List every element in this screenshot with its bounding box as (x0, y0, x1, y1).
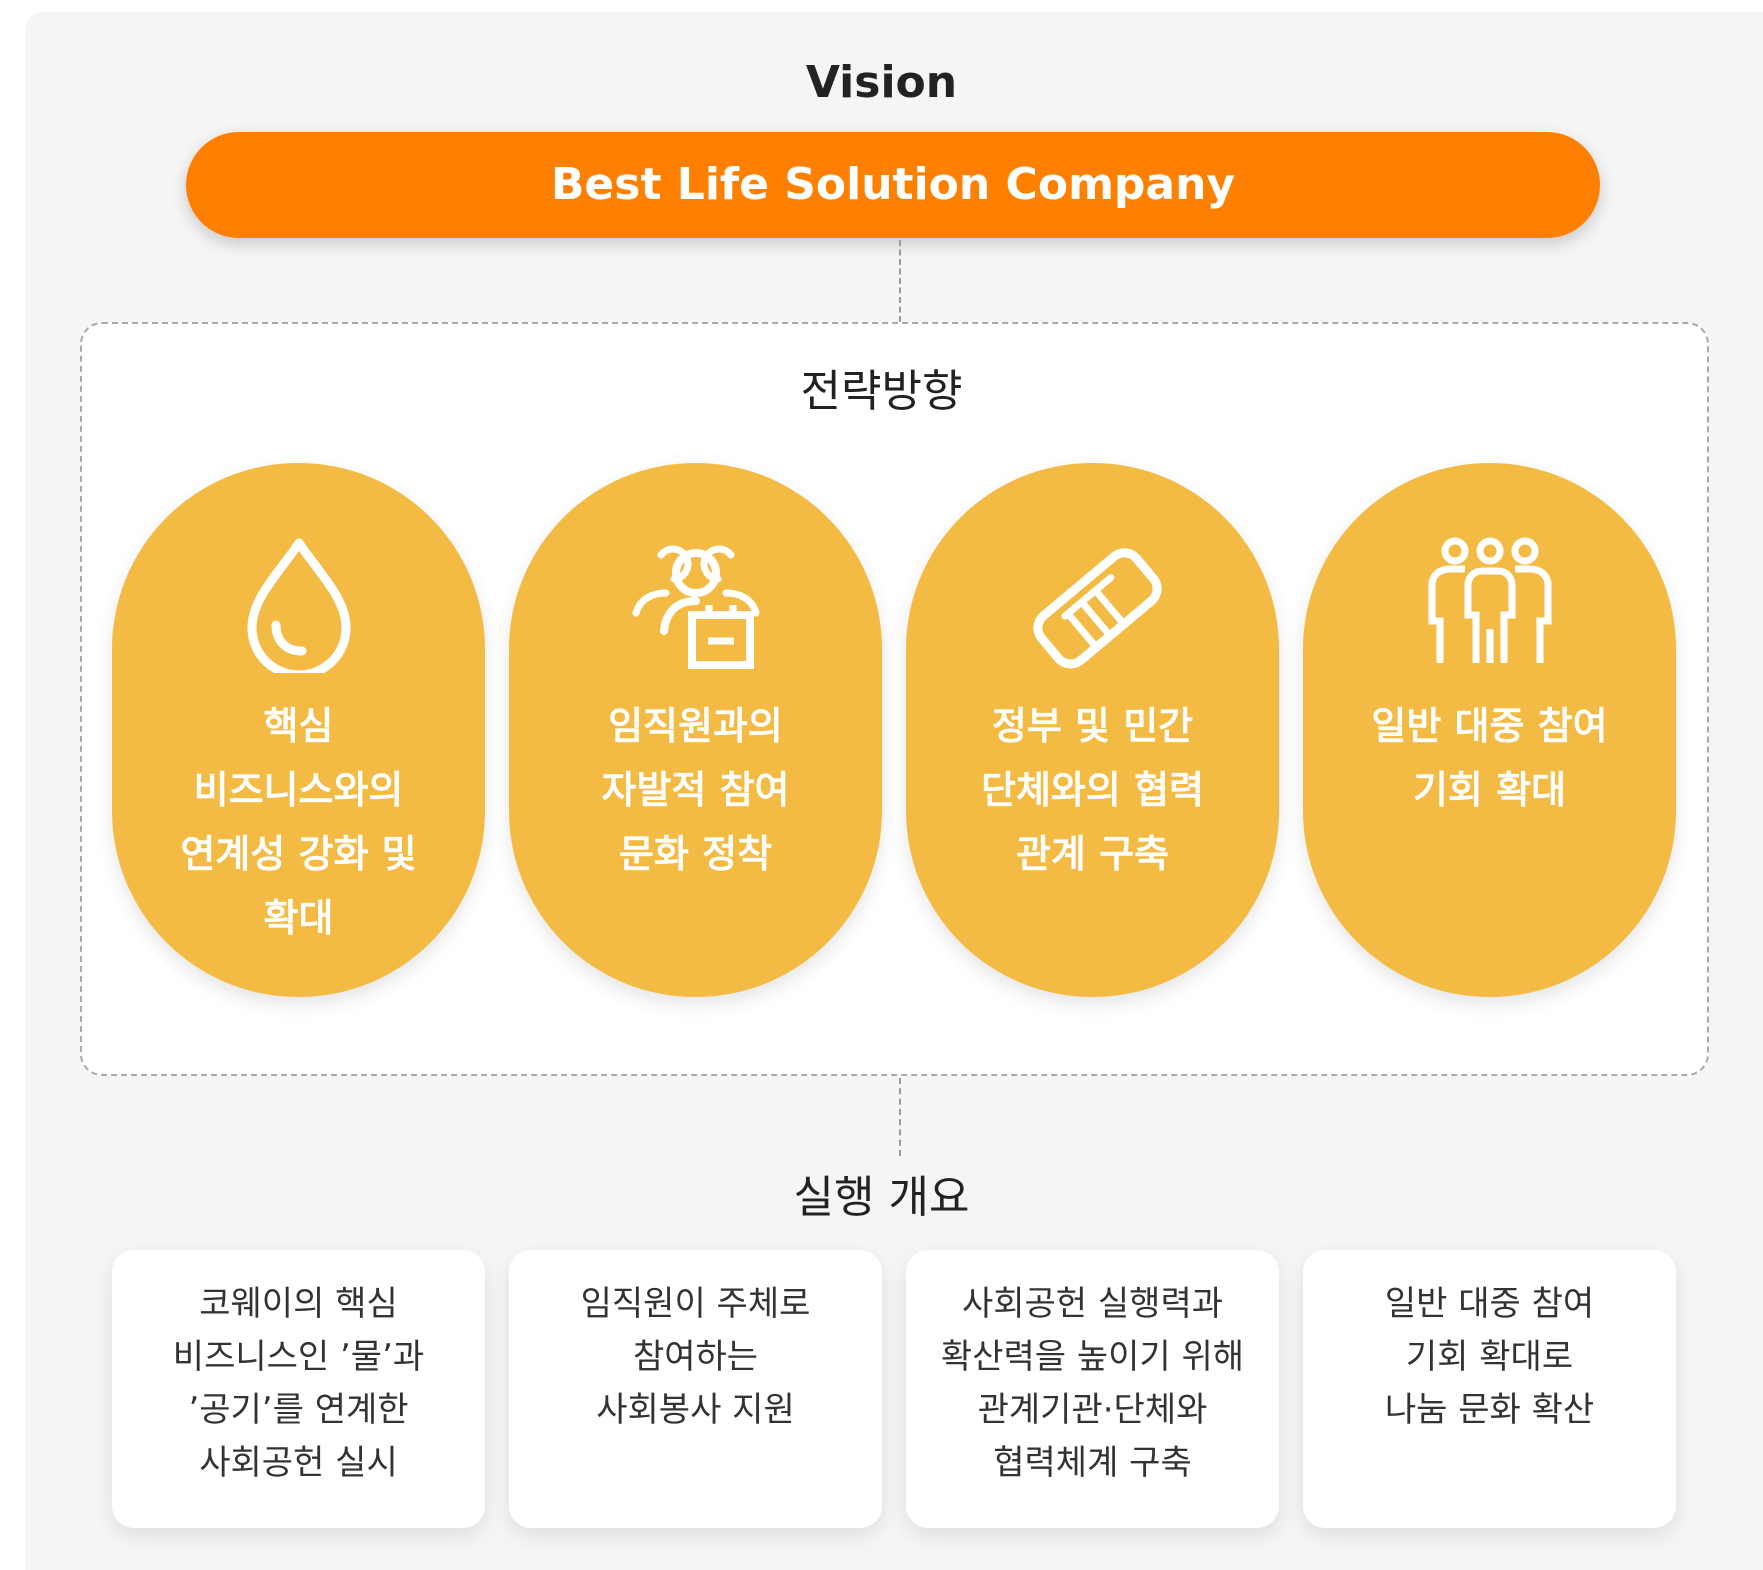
handshake-icon (906, 533, 1279, 673)
strategy-item-1: 핵심 비즈니스와의 연계성 강화 및 확대 (112, 463, 485, 997)
execution-card-text: 코웨이의 핵심 비즈니스인 ’물’과 ’공기’를 연계한 사회공헌 실시 (172, 1284, 425, 1483)
vision-title: Vision (805, 57, 958, 108)
execution-card-text: 일반 대중 참여 기회 확대로 나눔 문화 확산 (1384, 1284, 1595, 1430)
vision-statement: Best Life Solution Company (186, 132, 1600, 238)
connector-vision-strategy (899, 240, 901, 322)
execution-card-1: 코웨이의 핵심 비즈니스인 ’물’과 ’공기’를 연계한 사회공헌 실시 (112, 1250, 485, 1528)
volunteer-group-icon (509, 533, 882, 673)
strategy-item-label: 핵심 비즈니스와의 연계성 강화 및 확대 (180, 704, 417, 940)
strategy-title: 전략방향 (800, 366, 963, 417)
execution-title: 실행 개요 (793, 1172, 970, 1223)
people-group-icon (1303, 533, 1676, 673)
execution-card-3: 사회공헌 실행력과 확산력을 높이기 위해 관계기관·단체와 협력체계 구축 (906, 1250, 1279, 1528)
strategy-item-3: 정부 및 민간 단체와의 협력 관계 구축 (906, 463, 1279, 997)
execution-card-text: 사회공헌 실행력과 확산력을 높이기 위해 관계기관·단체와 협력체계 구축 (940, 1284, 1245, 1483)
strategy-item-4: 일반 대중 참여 기회 확대 (1303, 463, 1676, 997)
execution-card-2: 임직원이 주체로 참여하는 사회봉사 지원 (509, 1250, 882, 1528)
strategy-item-2: 임직원과의 자발적 참여 문화 정착 (509, 463, 882, 997)
strategy-item-label: 임직원과의 자발적 참여 문화 정착 (601, 704, 790, 876)
water-drop-icon (112, 533, 485, 673)
strategy-item-label: 일반 대중 참여 기회 확대 (1371, 704, 1608, 812)
execution-card-text: 임직원이 주체로 참여하는 사회봉사 지원 (580, 1284, 811, 1430)
connector-strategy-execution (899, 1078, 901, 1156)
execution-card-4: 일반 대중 참여 기회 확대로 나눔 문화 확산 (1303, 1250, 1676, 1528)
strategy-item-label: 정부 및 민간 단체와의 협력 관계 구축 (981, 704, 1204, 876)
